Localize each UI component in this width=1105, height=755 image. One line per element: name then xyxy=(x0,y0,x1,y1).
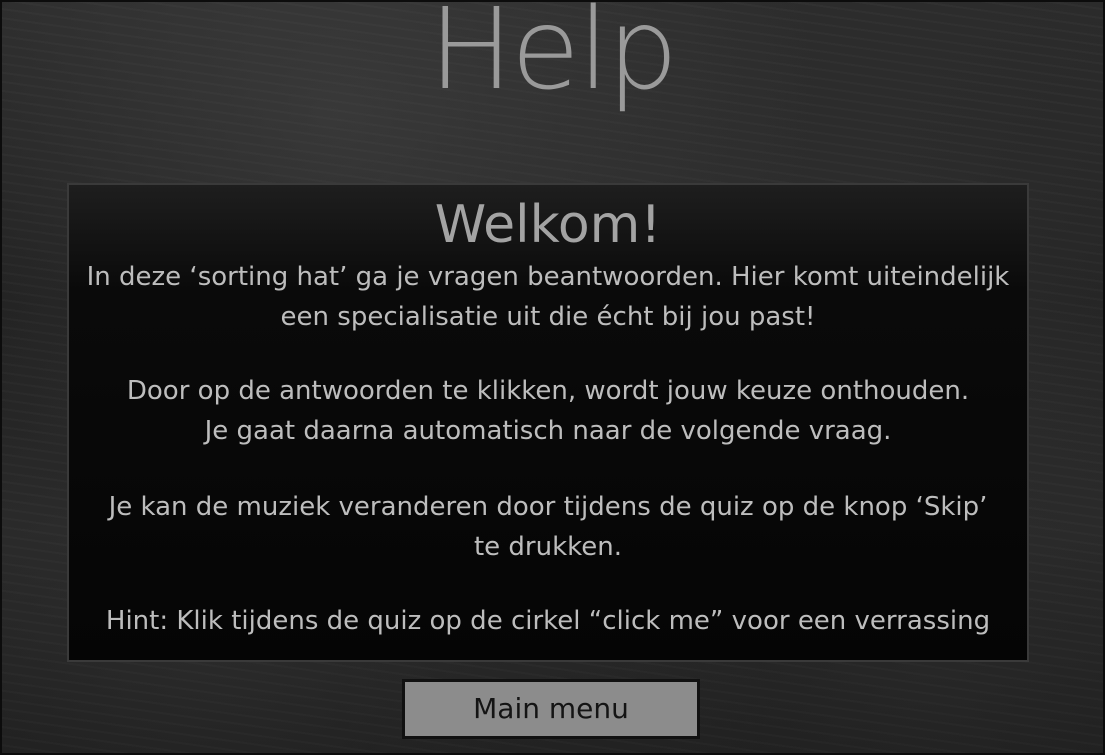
paragraph-line: Door op de antwoorden te klikken, wordt … xyxy=(126,376,970,406)
main-menu-button[interactable]: Main menu xyxy=(402,679,700,739)
intro-paragraph: In deze ‘sorting hat’ ga je vragen beant… xyxy=(69,257,1027,337)
paragraph-line: Je gaat daarna automatisch naar de volge… xyxy=(204,416,892,446)
paragraph-line: te drukken. xyxy=(473,532,623,562)
help-panel: Welkom! In deze ‘sorting hat’ ga je vrag… xyxy=(67,183,1029,662)
welcome-heading: Welkom! xyxy=(434,195,662,255)
paragraph-line: een specialisatie uit die écht bij jou p… xyxy=(280,302,816,332)
paragraph-line: Je kan de muziek veranderen door tijdens… xyxy=(108,492,988,522)
paragraph-line: Hint: Klik tijdens de quiz op de cirkel … xyxy=(105,606,991,636)
page-title: Help xyxy=(428,0,678,115)
hint-paragraph: Hint: Klik tijdens de quiz op de cirkel … xyxy=(69,601,1027,641)
music-paragraph: Je kan de muziek veranderen door tijdens… xyxy=(69,487,1027,567)
answers-paragraph: Door op de antwoorden te klikken, wordt … xyxy=(69,371,1027,451)
paragraph-line: In deze ‘sorting hat’ ga je vragen beant… xyxy=(86,262,1010,292)
